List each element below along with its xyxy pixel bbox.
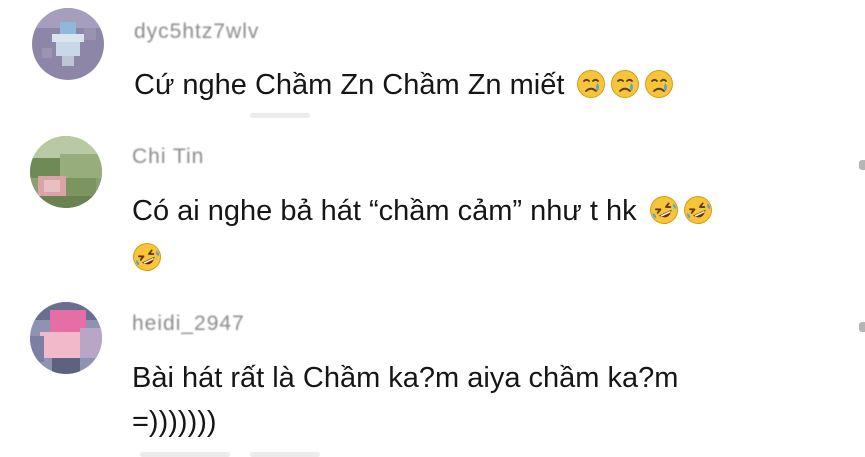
more-options-icon[interactable]	[859, 160, 865, 170]
more-options-icon[interactable]	[859, 322, 865, 332]
comment-text: Có ai nghe bả hát “chầm cảm” như t hk	[132, 189, 713, 233]
avatar[interactable]	[30, 136, 102, 208]
comment-list: dyc5htz7wlv Cứ nghe Chầm Zn Chầm Zn miết	[0, 0, 865, 457]
divider	[250, 113, 310, 118]
comment-username[interactable]: dyc5htz7wlv	[134, 20, 259, 44]
divider	[250, 452, 320, 457]
comment-text-content: Bài hát rất là Chầm ka?m aiya chầm ka?m	[132, 362, 679, 394]
rofl-face-icon	[683, 195, 713, 225]
avatar[interactable]	[32, 8, 104, 80]
rofl-face-icon	[649, 195, 679, 225]
divider	[140, 452, 230, 457]
comment-text: Bài hát rất là Chầm ka?m aiya chầm ka?m	[132, 356, 678, 400]
rofl-face-icon	[132, 242, 162, 272]
avatar[interactable]	[30, 302, 102, 374]
comment-text-content: Cứ nghe Chầm Zn Chầm Zn miết	[134, 69, 565, 101]
comment-text: Cứ nghe Chầm Zn Chầm Zn miết	[134, 63, 674, 107]
comment-text-content: Có ai nghe bả hát “chầm cảm” như t hk	[132, 195, 637, 227]
comment-text-wrap	[132, 236, 162, 280]
comment-username[interactable]: heidi_2947	[132, 312, 245, 336]
comment-username[interactable]: Chi Tin	[132, 145, 204, 169]
crying-face-icon	[644, 69, 674, 99]
crying-face-icon	[576, 69, 606, 99]
crying-face-icon	[610, 69, 640, 99]
comment-text-content: =)))))))	[132, 406, 217, 438]
comment-text-wrap: =)))))))	[132, 400, 217, 444]
